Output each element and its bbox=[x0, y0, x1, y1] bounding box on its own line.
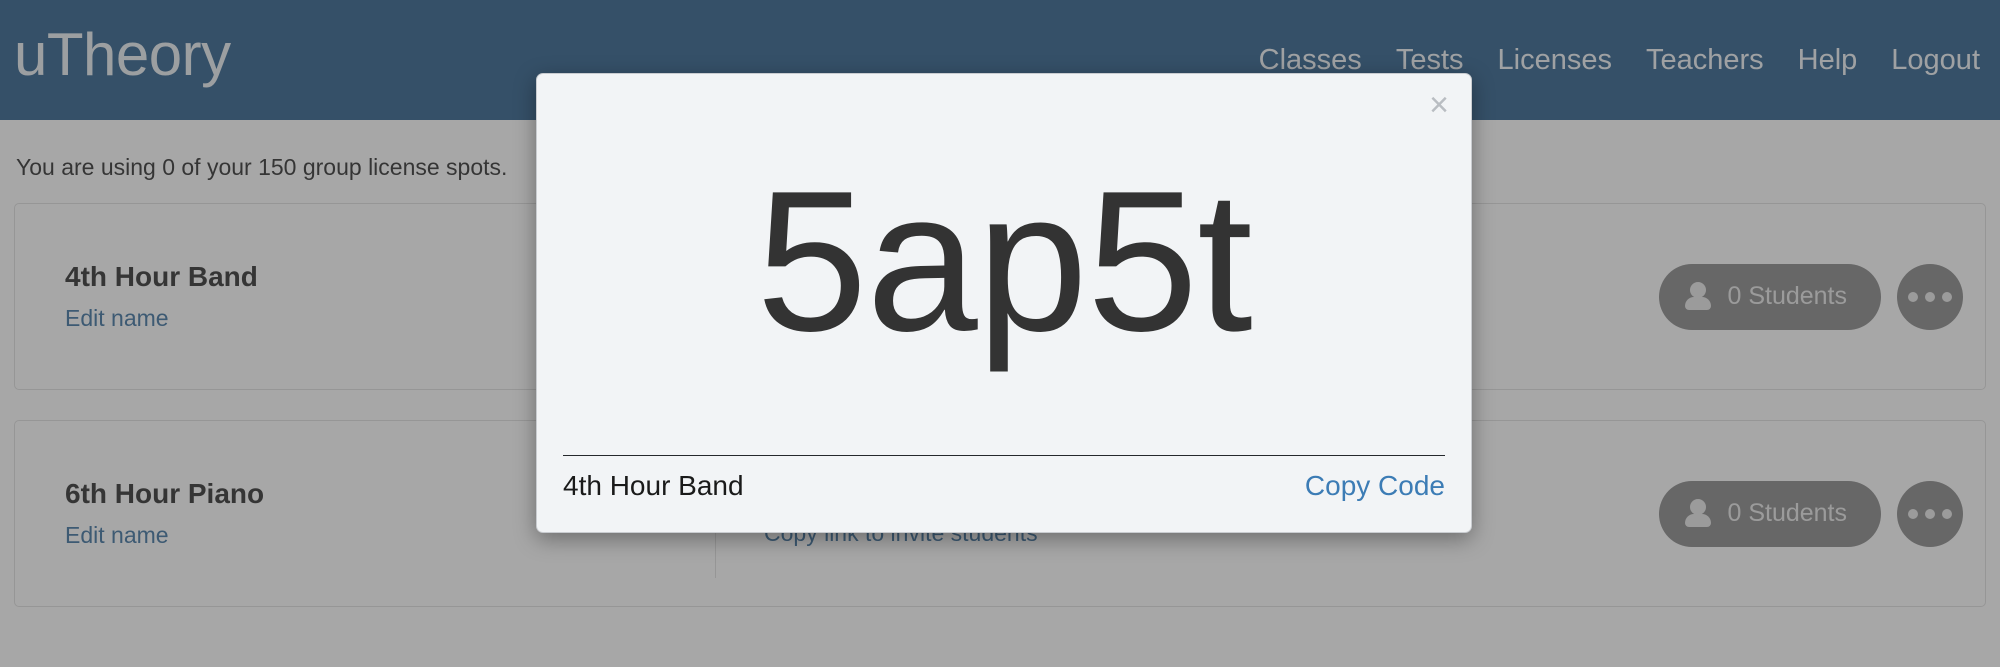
join-code-footer: 4th Hour Band Copy Code bbox=[563, 455, 1445, 532]
join-code-text[interactable]: 5ap5t bbox=[756, 161, 1252, 361]
close-icon[interactable]: × bbox=[1429, 88, 1449, 122]
join-code-modal: × 5ap5t 4th Hour Band Copy Code bbox=[536, 73, 1472, 533]
modal-class-name: 4th Hour Band bbox=[563, 470, 744, 501]
page-root: uTheory Classes Tests Licenses Teachers … bbox=[0, 0, 2000, 667]
copy-code-button[interactable]: Copy Code bbox=[1305, 470, 1445, 502]
join-code-body: 5ap5t bbox=[537, 74, 1471, 455]
